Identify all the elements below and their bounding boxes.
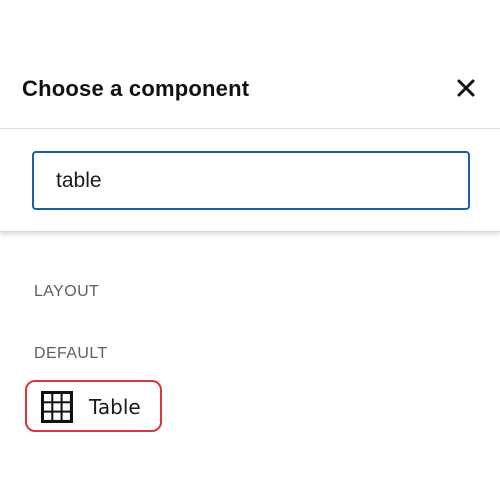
section-label-layout[interactable]: LAYOUT — [34, 283, 99, 301]
component-label: Table — [89, 395, 141, 419]
section-label-default[interactable]: DEFAULT — [34, 345, 108, 363]
component-chooser-dialog: Choose a component LAYOUT DEFAULT Table — [0, 0, 500, 500]
component-item-table[interactable]: Table — [25, 380, 162, 432]
dialog-title: Choose a component — [22, 76, 250, 101]
table-grid-icon — [41, 391, 73, 423]
search-input[interactable] — [32, 151, 470, 210]
dialog-header: Choose a component — [0, 60, 500, 129]
search-area — [0, 129, 500, 232]
close-button[interactable] — [452, 74, 480, 102]
close-icon — [457, 79, 475, 97]
